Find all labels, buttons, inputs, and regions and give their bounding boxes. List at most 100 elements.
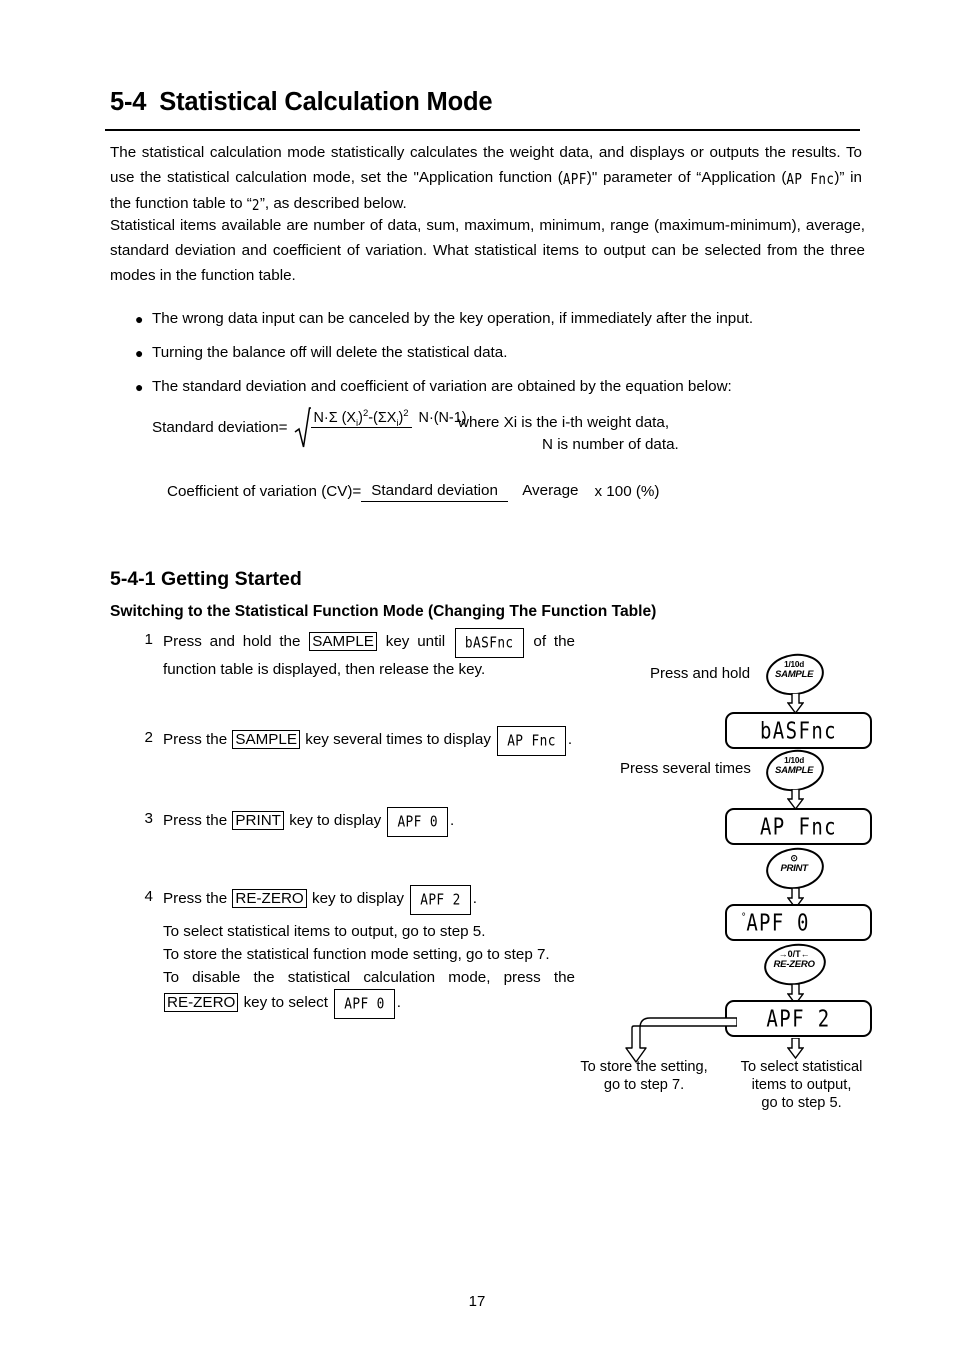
note-line-2: To store the statistical function mode s… — [163, 946, 550, 963]
lcd-display-ap-fnc: AP Fnc — [497, 726, 566, 756]
flow-caption-store-setting: To store the setting, go to step 7. — [559, 1058, 729, 1094]
bullet-dot-icon: ● — [135, 379, 144, 395]
key-rezero-button[interactable]: RE-ZERO — [164, 993, 239, 1012]
where-line-1: where Xi is the i-th weight data, — [458, 414, 670, 431]
key-rezero-button[interactable]: RE-ZERO — [232, 889, 307, 908]
caption-left-line-2: go to step 7. — [603, 1077, 685, 1093]
flow-caption-select-items: To select statistical items to output, g… — [723, 1058, 880, 1112]
lcd-display-basfnc: bASFnc — [454, 628, 524, 658]
step-3: 3 Press the PRINT key to display APF 0. — [135, 807, 575, 837]
note-line-3: To disable the statistical calculation m… — [163, 969, 575, 986]
step-body: Press and hold the SAMPLE key until bASF… — [163, 628, 575, 681]
step-text-a: Press and hold the — [163, 633, 301, 650]
bullet-text: The wrong data input can be canceled by … — [152, 310, 754, 327]
arrow-down-icon — [786, 788, 805, 811]
note-line-4: key to select — [243, 994, 328, 1011]
display-panel-apf-2: APF 2 — [725, 1000, 872, 1037]
step-number: 1 — [144, 631, 153, 648]
step-text-b: key until — [385, 633, 446, 650]
step-4: 4 Press the RE-ZERO key to display APF 2… — [135, 885, 575, 915]
sample-key-bottom-label: SAMPLE — [775, 669, 814, 681]
page-title-number: 5-4 — [110, 88, 147, 116]
sample-key-top-label: 1/10d — [784, 756, 805, 766]
sd-fraction: N·Σ (Xi)2-(ΣXi)2 N·(N-1) — [310, 405, 470, 449]
sample-key-top-label: 1/10d — [784, 660, 805, 670]
subsection-heading: Switching to the Statistical Function Mo… — [110, 603, 657, 620]
sd-equation-label: Standard deviation= — [152, 418, 288, 436]
step-body: Press the SAMPLE key several times to di… — [163, 726, 575, 756]
sample-key-icon[interactable]: 1/10d SAMPLE — [763, 746, 827, 795]
key-print-button[interactable]: PRINT — [232, 811, 284, 830]
print-key-icon[interactable]: ⊙ PRINT — [763, 844, 827, 893]
lcd-value: bASFnc — [464, 634, 514, 653]
step-body: Press the PRINT key to display APF 0. — [163, 807, 575, 837]
print-key-label: PRINT — [780, 863, 808, 875]
rezero-key-icon[interactable]: →0/T← RE-ZERO — [761, 939, 829, 990]
sd-numerator: N·Σ (Xi)2-(ΣXi)2 — [310, 408, 412, 429]
key-operation-flow-diagram: Press and hold 1/10d SAMPLE bASFnc Press… — [560, 648, 880, 1123]
step-2: 2 Press the SAMPLE key several times to … — [135, 726, 575, 756]
caption-right-line-1: To select statistical — [740, 1059, 863, 1075]
where-line-2: N is number of data. — [542, 436, 679, 453]
section-heading-number: 5-4-1 — [110, 568, 156, 590]
lcd-value: AP Fnc — [759, 813, 838, 840]
step-1: 1 Press and hold the SAMPLE key until bA… — [135, 628, 575, 681]
caption-right-line-2: items to output, — [751, 1077, 852, 1093]
lcd-display-apf-0: APF 0 — [334, 989, 395, 1019]
note-line-5: . — [396, 994, 401, 1011]
page-title-text: Statistical Calculation Mode — [159, 88, 493, 116]
display-panel-ap-fnc: AP Fnc — [725, 808, 872, 845]
lcd-ref-ap-fnc: AP Fnc — [786, 169, 835, 188]
flow-label-press-several: Press several times — [620, 760, 751, 777]
lcd-value: APF 0 — [344, 995, 385, 1014]
arrow-down-icon — [786, 692, 805, 715]
display-panel-basfnc: bASFnc — [725, 712, 872, 749]
section-heading-text: Getting Started — [160, 568, 302, 590]
print-key-symbol-icon: ⊙ — [790, 853, 798, 864]
key-sample-button[interactable]: SAMPLE — [232, 730, 301, 749]
title-divider — [105, 129, 860, 131]
rezero-key-symbol-icon: →0/T← — [778, 949, 810, 960]
rezero-key-label: RE-ZERO — [773, 959, 815, 971]
coefficient-variation-equation: Coefficient of variation (CV)= Standard … — [167, 480, 659, 502]
step-4-note: To select statistical items to output, g… — [163, 920, 575, 1019]
caption-right-line-3: go to step 5. — [761, 1095, 842, 1111]
bullet-text: Turning the balance off will delete the … — [152, 344, 508, 361]
cv-equation-tail: x 100 (%) — [594, 482, 660, 500]
cv-equation-label: Coefficient of variation (CV)= — [167, 482, 362, 500]
notes-bullet-list: ● The wrong data input can be canceled b… — [135, 308, 875, 410]
sd-num-part3: -(ΣX — [368, 409, 397, 426]
arrow-down-icon — [786, 1037, 805, 1060]
lcd-value: AP Fnc — [507, 732, 556, 751]
sample-key-bottom-label: SAMPLE — [775, 765, 814, 777]
lcd-value-text: APF 0 — [746, 909, 810, 936]
bullet-dot-icon: ● — [135, 311, 144, 327]
key-sample-button[interactable]: SAMPLE — [309, 632, 377, 651]
flow-label-press-hold: Press and hold — [650, 665, 751, 682]
step-number: 2 — [144, 729, 153, 746]
lcd-value: APF 0 — [397, 813, 438, 832]
step-text-b: key to display — [289, 812, 382, 829]
document-page: 5-4 Statistical Calculation Mode The stat… — [0, 0, 954, 1350]
lcd-value: APF 2 — [766, 1005, 831, 1032]
step-body: Press the RE-ZERO key to display APF 2. — [163, 885, 575, 915]
step-number: 3 — [144, 810, 153, 827]
step-text-a: Press the — [163, 890, 228, 907]
caption-left-line-1: To store the setting, — [580, 1059, 708, 1075]
standard-deviation-equation: Standard deviation= N·Σ (Xi)2-(ΣXi)2 N·(… — [152, 405, 470, 449]
step-text-c: . — [472, 890, 477, 907]
radical-sign-icon — [294, 405, 311, 449]
intro-paragraph: The statistical calculation mode statist… — [110, 140, 862, 217]
step-text-b: key to display — [311, 890, 404, 907]
cv-fraction: Standard deviation Average — [361, 480, 588, 502]
sd-num-sup2: 2 — [403, 408, 409, 419]
list-item: ● The wrong data input can be canceled b… — [135, 308, 875, 330]
page-number: 17 — [468, 1293, 486, 1310]
lcd-display-apf-2: APF 2 — [410, 885, 471, 915]
display-panel-apf-0: °APF 0 — [725, 904, 872, 941]
equation-where-clause: where Xi is the i-th weight data, N is n… — [458, 412, 679, 456]
sample-key-icon[interactable]: 1/10d SAMPLE — [763, 650, 827, 699]
sd-num-part1: N·Σ (X — [313, 409, 357, 426]
cv-denominator: Average — [522, 482, 579, 499]
step-number: 4 — [144, 888, 153, 905]
